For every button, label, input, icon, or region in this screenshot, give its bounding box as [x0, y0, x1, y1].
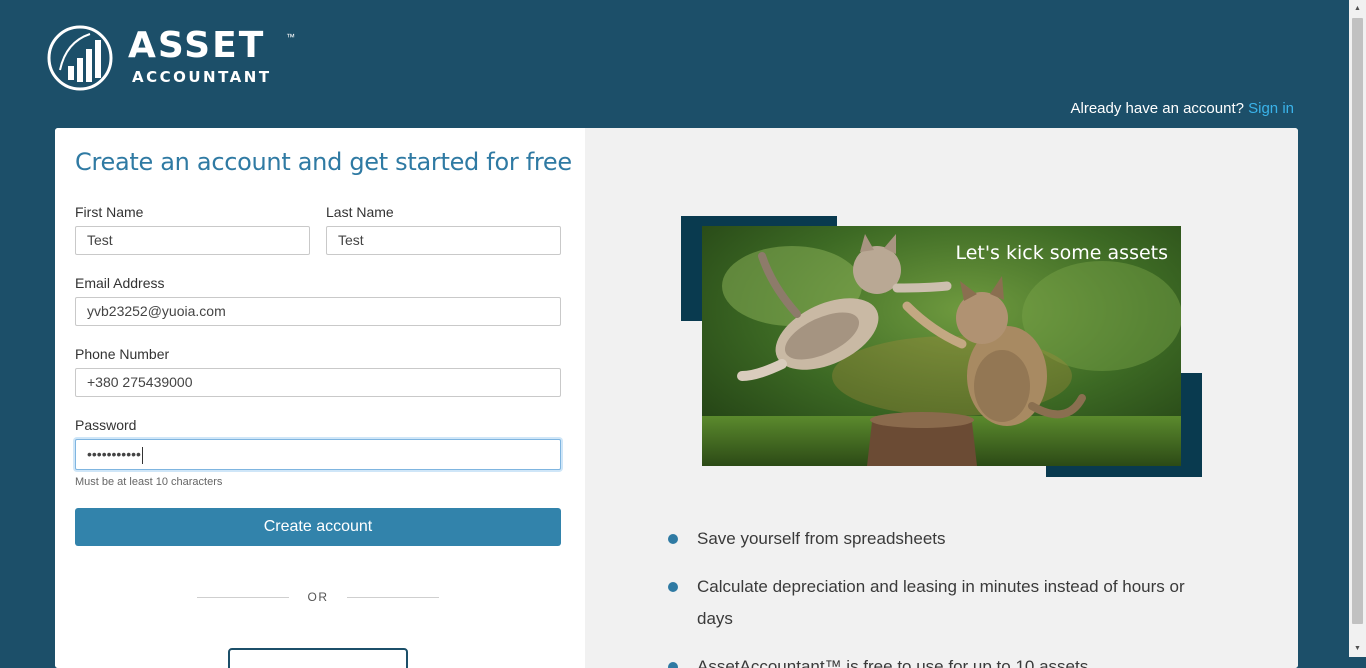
scroll-down-icon[interactable]: ▼ [1349, 640, 1366, 657]
bullet-dot-icon [668, 662, 678, 668]
scroll-up-icon[interactable]: ▲ [1349, 0, 1366, 17]
email-field[interactable]: yvb23252@yuoia.com [75, 297, 561, 326]
email-label: Email Address [75, 275, 165, 291]
first-name-field[interactable]: Test [75, 226, 310, 255]
page-scrollbar[interactable]: ▲ ▼ [1349, 0, 1366, 657]
signin-prompt: Already have an account? Sign in [1071, 100, 1295, 117]
last-name-label: Last Name [326, 204, 394, 220]
last-name-field[interactable]: Test [326, 226, 561, 255]
have-account-text: Already have an account? [1070, 100, 1244, 117]
password-hint: Must be at least 10 characters [75, 476, 223, 488]
feature-text: Save yourself from spreadsheets [697, 529, 946, 548]
bullet-dot-icon [668, 534, 678, 544]
feature-list: Save yourself from spreadsheets Calculat… [667, 523, 1207, 668]
phone-field[interactable]: +380 275439000 [75, 368, 561, 397]
password-value: ••••••••••• [87, 446, 141, 462]
signup-card: Create an account and get started for fr… [55, 128, 1298, 668]
first-name-label: First Name [75, 204, 144, 220]
tagline-group: Let's kick some assets [955, 242, 1168, 264]
signup-form-panel: Create an account and get started for fr… [55, 128, 585, 668]
logo-mark-icon [47, 25, 113, 91]
kittens-illustration: Let's kick some assets [702, 226, 1182, 466]
logo-trademark: ™ [286, 32, 295, 42]
or-divider: OR [197, 590, 439, 604]
divider-line-right [347, 597, 439, 598]
feature-item: AssetAccountant™ is free to use for up t… [667, 651, 1207, 668]
feature-text: AssetAccountant™ is free to use for up t… [697, 657, 1089, 668]
kittens-photo: Let's kick some assets [702, 226, 1182, 466]
password-field[interactable]: ••••••••••• [75, 439, 561, 470]
scrollbar-thumb[interactable] [1352, 18, 1363, 624]
text-caret [141, 446, 143, 464]
create-account-button[interactable]: Create account [75, 508, 561, 546]
logo-subtitle: ACCOUNTANT [132, 68, 272, 86]
logo-wordmark: ASSET [128, 25, 266, 66]
promo-panel: Let's kick some assets Save yourself fro… [585, 128, 1298, 668]
promo-tagline: Let's kick some assets [955, 242, 1168, 264]
brand-logo[interactable]: ASSET ™ ACCOUNTANT [46, 24, 306, 92]
feature-item: Save yourself from spreadsheets [667, 523, 1207, 555]
password-label: Password [75, 417, 137, 433]
alternative-signup-button[interactable] [228, 648, 408, 668]
feature-item: Calculate depreciation and leasing in mi… [667, 571, 1207, 635]
feature-text: Calculate depreciation and leasing in mi… [697, 577, 1185, 628]
signin-link[interactable]: Sign in [1248, 100, 1294, 117]
form-title: Create an account and get started for fr… [75, 148, 572, 176]
phone-label: Phone Number [75, 346, 170, 362]
bullet-dot-icon [668, 582, 678, 592]
